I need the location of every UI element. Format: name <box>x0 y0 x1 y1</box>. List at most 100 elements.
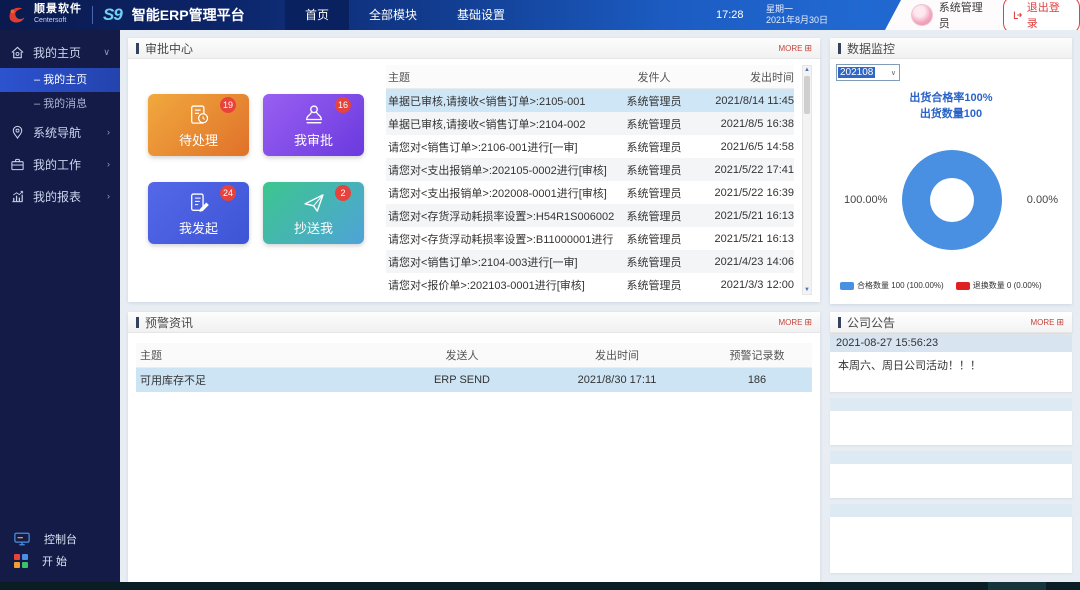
approval-more-button[interactable]: MORE ⊞ <box>778 43 812 54</box>
sidebar-item-my-reports[interactable]: 我的报表 › <box>0 180 120 212</box>
tab-home[interactable]: 首页 <box>285 0 349 30</box>
period-select-value: 202108 <box>838 67 875 78</box>
approval-table-rows: 单据已审核,请接收<销售订单>:2105-001 系统管理员 2021/8/14… <box>386 89 794 296</box>
tile-my-approvals[interactable]: 16 我审批 <box>263 94 364 156</box>
period-select[interactable]: 202108 ∨ <box>836 64 900 81</box>
more-box-icon: ⊞ <box>804 317 812 328</box>
table-row[interactable]: 请您对<存货浮动耗损率设置>:B11000001进行[审核] 系统管理员 202… <box>386 227 794 250</box>
legend-item-pass: 合格数量 100 (100.00%) <box>840 280 944 291</box>
tab-base-settings[interactable]: 基础设置 <box>437 0 525 30</box>
legend-item-return: 退换数量 0 (0.00%) <box>956 280 1042 291</box>
scroll-down-icon[interactable]: ▼ <box>803 287 811 293</box>
cell-time: 2021/8/5 16:38 <box>694 118 794 130</box>
table-row[interactable]: 单据已审核,请接收<销售订单>:2105-001 系统管理员 2021/8/14… <box>386 89 794 112</box>
more-label: MORE <box>1030 318 1054 327</box>
cell-subject: 请您对<报价单>:202103-0001进行[审核] <box>386 277 614 293</box>
user-avatar[interactable] <box>911 4 933 26</box>
cell-time: 2021/6/5 14:58 <box>694 141 794 153</box>
logout-button[interactable]: 退出登录 <box>1003 0 1080 34</box>
cell-time: 2021/5/22 17:41 <box>694 164 794 176</box>
alerts-panel: 预警资讯 MORE ⊞ 主题 发送人 发出时间 预警记录数 可用库存不足 ERP… <box>128 312 820 582</box>
sidebar-subitem-my-messages[interactable]: 我的消息 <box>0 92 120 116</box>
cell-time: 2021/5/22 16:39 <box>694 187 794 199</box>
weekday-label: 星期一 <box>766 4 828 15</box>
tile-initiated-by-me[interactable]: 24 我发起 <box>148 182 249 244</box>
table-row[interactable]: 可用库存不足 ERP SEND 2021/8/30 17:11 186 <box>136 368 812 392</box>
cell-time: 2021/8/30 17:11 <box>532 374 702 386</box>
my-approvals-count-badge: 16 <box>335 97 351 113</box>
product-title: 智能ERP管理平台 <box>132 5 245 25</box>
col-alert-count: 预警记录数 <box>702 347 812 363</box>
title-bar-accent <box>838 43 841 54</box>
title-bar-accent <box>838 317 841 328</box>
shipment-qty-text: 出货数量100 <box>830 106 1072 122</box>
chevron-right-icon: › <box>107 127 110 137</box>
sidebar-item-label: 我的工作 <box>33 156 81 173</box>
sidebar-item-system-nav[interactable]: 系统导航 › <box>0 116 120 148</box>
monitor-panel-header: 数据监控 <box>830 38 1072 59</box>
tab-all-modules[interactable]: 全部模块 <box>349 0 437 30</box>
scrollbar-thumb[interactable] <box>804 76 810 114</box>
cell-sender: 系统管理员 <box>614 277 694 293</box>
announcements-panel: 公司公告 MORE ⊞ 2021-08-27 15:56:23 本周六、周日公司… <box>830 312 1072 582</box>
tile-label: 抄送我 <box>294 218 333 237</box>
taskbar-segment <box>988 582 1046 590</box>
announcement-empty-slot <box>830 451 1072 464</box>
taskbar <box>0 582 1080 590</box>
sidebar-item-my-home[interactable]: 我的主页 ∨ <box>0 36 120 68</box>
table-row[interactable]: 请您对<销售订单>:2104-003进行[一审] 系统管理员 2021/4/23… <box>386 250 794 273</box>
table-row[interactable]: 请您对<报价单>:202103-0001进行[审核] 系统管理员 2021/3/… <box>386 273 794 296</box>
tile-label: 待处理 <box>179 130 218 149</box>
tile-pending[interactable]: 19 待处理 <box>148 94 249 156</box>
cell-sender: 系统管理员 <box>614 139 694 155</box>
start-button[interactable]: 开 始 <box>0 550 120 572</box>
table-row[interactable]: 请您对<支出报销单>:202008-0001进行[审核] 系统管理员 2021/… <box>386 181 794 204</box>
alerts-panel-title: 预警资讯 <box>145 314 193 331</box>
announcements-more-button[interactable]: MORE ⊞ <box>1030 317 1064 328</box>
table-row[interactable]: 单据已审核,请接收<销售订单>:2104-002 系统管理员 2021/8/5 … <box>386 112 794 135</box>
cell-subject: 请您对<支出报销单>:202008-0001进行[审核] <box>386 185 614 201</box>
donut-chart <box>902 150 1002 250</box>
s9-logo: S9 <box>103 5 122 25</box>
tile-cc-me[interactable]: 2 抄送我 <box>263 182 364 244</box>
col-subject: 主题 <box>136 347 392 363</box>
table-scrollbar[interactable]: ▲ ▼ <box>802 65 812 295</box>
console-button[interactable]: 控制台 <box>0 528 120 550</box>
alerts-table: 主题 发送人 发出时间 预警记录数 可用库存不足 ERP SEND 2021/8… <box>136 343 812 392</box>
erp-dashboard: 顺景软件 Centersoft S9 智能ERP管理平台 首页 全部模块 基础设… <box>0 0 1080 590</box>
approval-table: 主题 发件人 发出时间 单据已审核,请接收<销售订单>:2105-001 系统管… <box>386 65 794 296</box>
approval-panel-title: 审批中心 <box>145 40 193 57</box>
sidebar-bottom: 控制台 开 始 <box>0 528 120 572</box>
topbar: 顺景软件 Centersoft S9 智能ERP管理平台 首页 全部模块 基础设… <box>0 0 1080 30</box>
sidebar-item-label: 我的主页 <box>33 44 81 61</box>
approval-panel-header: 审批中心 MORE ⊞ <box>128 38 820 59</box>
main-nav: 首页 全部模块 基础设置 <box>285 0 525 30</box>
cell-subject: 单据已审核,请接收<销售订单>:2104-002 <box>386 116 614 132</box>
legend-label: 合格数量 100 (100.00%) <box>857 280 944 291</box>
sidebar-subitem-my-home[interactable]: 我的主页 <box>0 68 120 92</box>
cell-sender: 系统管理员 <box>614 208 694 224</box>
alerts-more-button[interactable]: MORE ⊞ <box>778 317 812 328</box>
date-display: 星期一 2021年8月30日 <box>766 4 828 26</box>
brand-name-en: Centersoft <box>34 15 82 26</box>
cell-subject: 请您对<存货浮动耗损率设置>:H54R1S006002进行[审核] <box>386 208 614 224</box>
brand: 顺景软件 Centersoft S9 智能ERP管理平台 <box>6 0 245 30</box>
cell-sender: 系统管理员 <box>614 254 694 270</box>
sidebar-item-my-work[interactable]: 我的工作 › <box>0 148 120 180</box>
more-box-icon: ⊞ <box>1056 317 1064 328</box>
table-row[interactable]: 请您对<销售订单>:2106-001进行[一审] 系统管理员 2021/6/5 … <box>386 135 794 158</box>
cell-subject: 可用库存不足 <box>136 372 392 388</box>
cell-subject: 单据已审核,请接收<销售订单>:2105-001 <box>386 93 614 109</box>
cell-time: 2021/8/14 11:45 <box>694 95 794 107</box>
chart-icon <box>10 189 25 204</box>
announcement-date[interactable]: 2021-08-27 15:56:23 <box>830 335 1072 352</box>
scroll-up-icon[interactable]: ▲ <box>803 67 811 73</box>
table-row[interactable]: 请您对<支出报销单>:202105-0002进行[审核] 系统管理员 2021/… <box>386 158 794 181</box>
stamp-icon <box>301 102 327 128</box>
briefcase-icon <box>10 157 25 172</box>
table-row[interactable]: 请您对<存货浮动耗损率设置>:H54R1S006002进行[审核] 系统管理员 … <box>386 204 794 227</box>
logout-icon <box>1013 10 1023 20</box>
cell-time: 2021/3/3 12:00 <box>694 279 794 291</box>
clipboard-clock-icon <box>186 102 212 128</box>
logout-label: 退出登录 <box>1027 0 1070 31</box>
